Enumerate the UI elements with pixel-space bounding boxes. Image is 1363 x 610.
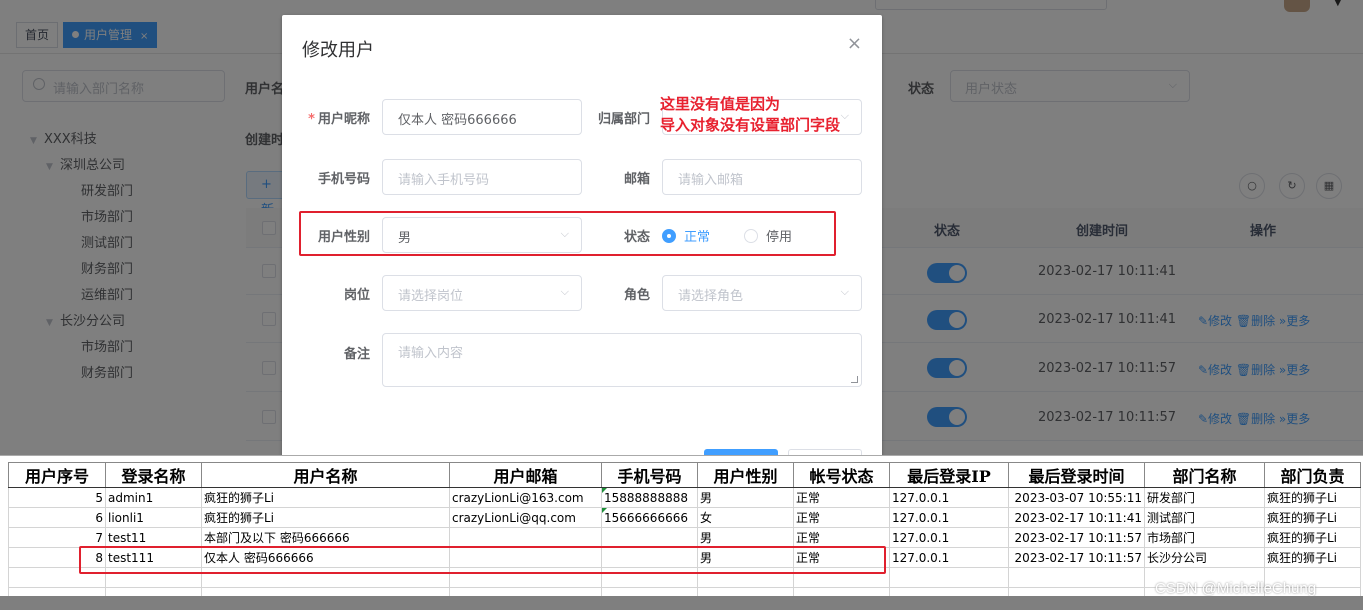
sheet-cell[interactable]: 正常 [793, 527, 890, 548]
sheet-cell[interactable]: 疯狂的狮子Li [1264, 487, 1361, 508]
sheet-cell[interactable]: 疯狂的狮子Li [201, 487, 450, 508]
phone-label: 手机号码 [317, 172, 370, 187]
annotation-line: 导入对象没有设置部门字段 [660, 116, 841, 134]
remark-textarea[interactable]: 请输入内容 [382, 333, 862, 387]
nickname-label-text: 用户昵称 [317, 112, 370, 127]
sheet-row: 7 test11 本部门及以下 密码666666 男 正常 127.0.0.1 … [8, 527, 1361, 548]
resize-handle-icon[interactable] [851, 376, 858, 383]
sheet-col-header: 用户名称 [201, 462, 450, 488]
sheet-cell[interactable]: 疯狂的狮子Li [1264, 547, 1361, 568]
annotation-line: 这里没有值是因为 [660, 95, 781, 113]
role-label: 角色 [623, 288, 650, 303]
sheet-cell[interactable]: 疯狂的狮子Li [201, 507, 450, 528]
remark-placeholder: 请输入内容 [398, 346, 464, 361]
role-placeholder: 请选择角色 [678, 289, 744, 304]
dept-label: 归属部门 [597, 112, 650, 127]
post-placeholder: 请选择岗位 [398, 289, 464, 304]
sheet-row: 5 admin1 疯狂的狮子Li crazyLionLi@163.com 158… [8, 487, 1361, 508]
excel-sheet: 用户序号 登录名称 用户名称 用户邮箱 手机号码 用户性别 帐号状态 最后登录I… [0, 455, 1363, 596]
sheet-col-header: 部门负责 [1264, 462, 1361, 488]
sheet-cell[interactable]: 长沙分公司 [1144, 547, 1265, 568]
sheet-cell[interactable]: 男 [697, 527, 794, 548]
sheet-cell[interactable]: 2023-02-17 10:11:41 [1008, 507, 1145, 528]
remark-label: 备注 [343, 347, 370, 362]
sheet-cell[interactable]: 本部门及以下 密码666666 [201, 527, 450, 548]
nickname-input[interactable]: 仅本人 密码666666 [382, 99, 582, 135]
highlight-box [299, 211, 836, 256]
sheet-cell[interactable]: 127.0.0.1 [889, 527, 1009, 548]
sheet-row: 6 lionli1 疯狂的狮子Li crazyLionLi@qq.com 156… [8, 507, 1361, 528]
excel-table: 用户序号 登录名称 用户名称 用户邮箱 手机号码 用户性别 帐号状态 最后登录I… [8, 462, 1361, 596]
chevron-down-icon: ⌵ [840, 109, 849, 122]
sheet-col-header: 用户邮箱 [449, 462, 602, 488]
sheet-cell[interactable]: 女 [697, 507, 794, 528]
sheet-cell[interactable]: 2023-02-17 10:11:57 [1008, 547, 1145, 568]
dialog-title: 修改用户 [302, 40, 374, 61]
sheet-col-header: 登录名称 [105, 462, 202, 488]
nickname-value: 仅本人 密码666666 [398, 113, 517, 128]
sheet-cell[interactable]: 研发部门 [1144, 487, 1265, 508]
nickname-label: * 用户昵称 [308, 112, 370, 127]
sheet-cell[interactable]: 2023-02-17 10:11:57 [1008, 527, 1145, 548]
sheet-cell[interactable]: 正常 [793, 487, 890, 508]
phone-input[interactable]: 请输入手机号码 [382, 159, 582, 195]
sheet-cell[interactable]: 疯狂的狮子Li [1264, 527, 1361, 548]
post-label: 岗位 [343, 288, 370, 303]
sheet-cell[interactable]: crazyLionLi@qq.com [449, 507, 602, 528]
sheet-cell[interactable]: 2023-03-07 10:55:11 [1008, 487, 1145, 508]
sheet-col-header: 最后登录时间 [1008, 462, 1145, 488]
sheet-cell[interactable]: 测试部门 [1144, 507, 1265, 528]
sheet-col-header: 用户序号 [8, 462, 106, 488]
annotation-text: 这里没有值是因为 导入对象没有设置部门字段 [660, 94, 840, 136]
sheet-header-row: 用户序号 登录名称 用户名称 用户邮箱 手机号码 用户性别 帐号状态 最后登录I… [8, 462, 1361, 488]
sheet-cell[interactable]: 15666666666 [601, 507, 698, 528]
sheet-cell[interactable]: 5 [8, 487, 106, 508]
sheet-col-header: 最后登录IP [889, 462, 1009, 488]
chevron-down-icon: ⌵ [560, 285, 569, 298]
sheet-col-header: 手机号码 [601, 462, 698, 488]
sheet-col-header: 帐号状态 [793, 462, 890, 488]
sheet-cell[interactable]: 市场部门 [1144, 527, 1265, 548]
chevron-down-icon: ⌵ [840, 285, 849, 298]
phone-placeholder: 请输入手机号码 [398, 173, 490, 188]
sheet-cell[interactable]: 6 [8, 507, 106, 528]
email-placeholder: 请输入邮箱 [678, 173, 744, 188]
sheet-cell[interactable]: lionli1 [105, 507, 202, 528]
close-icon[interactable]: × [847, 33, 862, 54]
sheet-cell[interactable]: 7 [8, 527, 106, 548]
edit-user-dialog: 修改用户 × * 用户昵称 仅本人 密码666666 归属部门 ⌵ 这里没有值是因… [282, 15, 882, 465]
sheet-cell[interactable]: 127.0.0.1 [889, 487, 1009, 508]
sheet-col-header: 部门名称 [1144, 462, 1265, 488]
email-label: 邮箱 [623, 172, 650, 187]
sheet-cell[interactable]: 疯狂的狮子Li [1264, 507, 1361, 528]
sheet-col-header: 用户性别 [697, 462, 794, 488]
sheet-cell[interactable]: 127.0.0.1 [889, 547, 1009, 568]
highlight-box [79, 546, 886, 574]
sheet-cell[interactable]: 127.0.0.1 [889, 507, 1009, 528]
sheet-cell[interactable]: admin1 [105, 487, 202, 508]
role-select[interactable]: 请选择角色 ⌵ [662, 275, 862, 311]
watermark-text: CSDN @MichelleChung [1155, 580, 1317, 597]
post-select[interactable]: 请选择岗位 ⌵ [382, 275, 582, 311]
email-input[interactable]: 请输入邮箱 [662, 159, 862, 195]
sheet-cell[interactable]: 正常 [793, 507, 890, 528]
sheet-cell[interactable]: 男 [697, 487, 794, 508]
sheet-cell[interactable]: 15888888888 [601, 487, 698, 508]
sheet-cell[interactable]: test11 [105, 527, 202, 548]
sheet-cell[interactable] [601, 527, 698, 548]
sheet-cell[interactable] [449, 527, 602, 548]
sheet-cell[interactable]: crazyLionLi@163.com [449, 487, 602, 508]
